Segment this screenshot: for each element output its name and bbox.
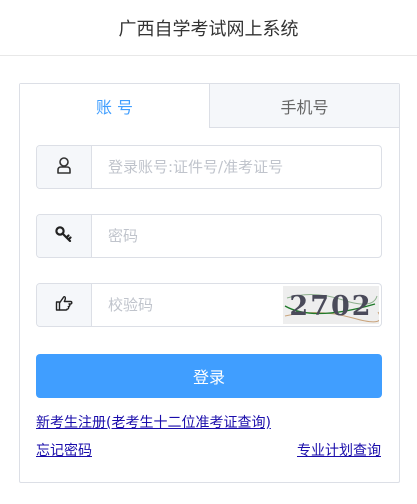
forgot-password-link[interactable]: 忘记密码 bbox=[36, 440, 92, 460]
password-prefix bbox=[37, 215, 92, 257]
account-field bbox=[36, 145, 382, 189]
login-button[interactable]: 登录 bbox=[36, 354, 382, 398]
captcha-field: 2702 bbox=[36, 283, 382, 327]
page-header: 广西自学考试网上系统 bbox=[0, 0, 417, 56]
captcha-text: 2702 bbox=[289, 291, 372, 322]
tab-mobile[interactable]: 手机号 bbox=[209, 84, 399, 128]
login-tabs: 账 号 手机号 bbox=[20, 84, 399, 128]
hand-pointer-icon bbox=[55, 295, 73, 315]
login-panel: 账 号 手机号 登录账号:证件号/准考证号 校验码 2702 登录 新考生注册(… bbox=[19, 83, 400, 483]
tab-account[interactable]: 账 号 bbox=[20, 84, 209, 128]
account-prefix bbox=[37, 146, 92, 188]
register-link[interactable]: 新考生注册(老考生十二位准考证查询) bbox=[36, 412, 271, 432]
captcha-input[interactable] bbox=[92, 284, 283, 326]
page-title: 广西自学考试网上系统 bbox=[118, 18, 299, 40]
key-icon bbox=[55, 226, 73, 246]
captcha-prefix bbox=[37, 284, 92, 326]
password-field bbox=[36, 214, 382, 258]
plan-query-link[interactable]: 专业计划查询 bbox=[297, 440, 381, 460]
captcha-image[interactable]: 2702 bbox=[283, 286, 381, 324]
account-input[interactable] bbox=[92, 146, 381, 188]
user-icon bbox=[56, 156, 72, 178]
password-input[interactable] bbox=[92, 215, 381, 257]
